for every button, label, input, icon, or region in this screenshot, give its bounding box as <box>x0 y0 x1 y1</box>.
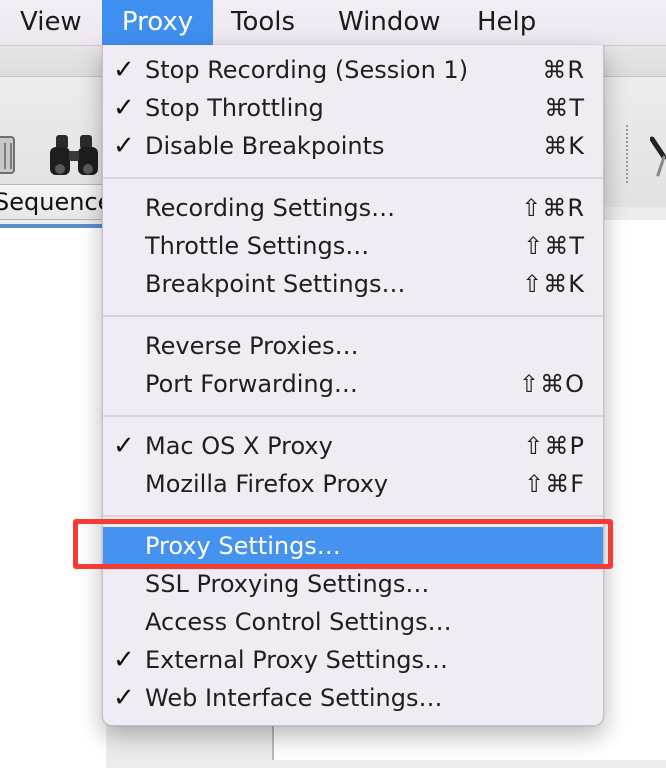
checkmark-icon: ✓ <box>113 683 135 713</box>
menu-item-reverse-proxies[interactable]: Reverse Proxies… <box>103 327 603 365</box>
menu-item-breakpoint-settings[interactable]: Breakpoint Settings… ⇧⌘K <box>103 265 603 303</box>
menu-item-label: Breakpoint Settings… <box>145 270 406 298</box>
menu-item-throttle-settings[interactable]: Throttle Settings… ⇧⌘T <box>103 227 603 265</box>
menu-window[interactable]: Window <box>338 0 458 45</box>
menu-item-label: Throttle Settings… <box>145 232 370 260</box>
menu-view[interactable]: View <box>0 0 100 45</box>
menu-bar: View Proxy Tools Window Help <box>0 0 666 46</box>
menu-item-label: SSL Proxying Settings… <box>145 570 430 598</box>
menu-item-access-control-settings[interactable]: Access Control Settings… <box>103 603 603 641</box>
binoculars-icon[interactable] <box>48 133 100 181</box>
menu-item-shortcut: ⌘T <box>544 94 585 122</box>
menu-item-stop-throttling[interactable]: ✓ Stop Throttling ⌘T <box>103 89 603 127</box>
menu-separator <box>103 515 603 517</box>
menu-item-label: Port Forwarding… <box>145 370 358 398</box>
menu-proxy[interactable]: Proxy <box>102 0 213 45</box>
menu-item-label: Mozilla Firefox Proxy <box>145 470 389 498</box>
menu-item-shortcut: ⇧⌘T <box>523 232 585 260</box>
menu-separator <box>103 415 603 417</box>
menu-item-label: Mac OS X Proxy <box>145 432 333 460</box>
menu-item-ssl-proxying-settings[interactable]: SSL Proxying Settings… <box>103 565 603 603</box>
menu-tools[interactable]: Tools <box>231 0 321 45</box>
sequence-list-pane <box>0 224 106 768</box>
menu-item-label: Stop Throttling <box>145 94 324 122</box>
menu-item-label: Access Control Settings… <box>145 608 452 636</box>
menu-item-label: Disable Breakpoints <box>145 132 385 160</box>
menu-item-shortcut: ⇧⌘F <box>524 470 585 498</box>
toolbar-separator <box>626 125 628 183</box>
trash-icon[interactable] <box>0 133 18 181</box>
menu-item-recording-settings[interactable]: Recording Settings… ⇧⌘R <box>103 189 603 227</box>
tools-icon[interactable] <box>649 135 666 183</box>
menu-help[interactable]: Help <box>477 0 557 45</box>
menu-item-label: Stop Recording (Session 1) <box>145 56 469 84</box>
menu-item-label: Recording Settings… <box>145 194 396 222</box>
menu-item-port-forwarding[interactable]: Port Forwarding… ⇧⌘O <box>103 365 603 403</box>
menu-item-shortcut: ⇧⌘P <box>523 432 585 460</box>
menu-separator <box>103 177 603 179</box>
proxy-dropdown-menu: ✓ Stop Recording (Session 1) ⌘R ✓ Stop T… <box>102 45 604 726</box>
menu-item-proxy-settings[interactable]: Proxy Settings… <box>103 527 603 565</box>
menu-item-web-interface-settings[interactable]: ✓ Web Interface Settings… <box>103 679 603 717</box>
menu-item-shortcut: ⌘R <box>542 56 585 84</box>
menu-item-mac-os-x-proxy[interactable]: ✓ Mac OS X Proxy ⇧⌘P <box>103 427 603 465</box>
menu-item-label: Web Interface Settings… <box>145 684 443 712</box>
menu-item-shortcut: ⌘K <box>543 132 585 160</box>
menu-item-disable-breakpoints[interactable]: ✓ Disable Breakpoints ⌘K <box>103 127 603 165</box>
menu-item-shortcut: ⇧⌘R <box>521 194 585 222</box>
menu-item-shortcut: ⇧⌘O <box>519 370 585 398</box>
checkmark-icon: ✓ <box>113 431 135 461</box>
menu-item-label: Proxy Settings… <box>145 532 341 560</box>
checkmark-icon: ✓ <box>113 55 135 85</box>
menu-item-stop-recording[interactable]: ✓ Stop Recording (Session 1) ⌘R <box>103 51 603 89</box>
menu-item-label: External Proxy Settings… <box>145 646 449 674</box>
menu-separator <box>103 315 603 317</box>
menu-item-mozilla-firefox-proxy[interactable]: Mozilla Firefox Proxy ⇧⌘F <box>103 465 603 503</box>
menu-item-label: Reverse Proxies… <box>145 332 359 360</box>
menu-item-shortcut: ⇧⌘K <box>522 270 585 298</box>
checkmark-icon: ✓ <box>113 645 135 675</box>
checkmark-icon: ✓ <box>113 131 135 161</box>
sequence-tab[interactable]: Sequence <box>0 184 110 220</box>
menu-item-external-proxy-settings[interactable]: ✓ External Proxy Settings… <box>103 641 603 679</box>
checkmark-icon: ✓ <box>113 93 135 123</box>
